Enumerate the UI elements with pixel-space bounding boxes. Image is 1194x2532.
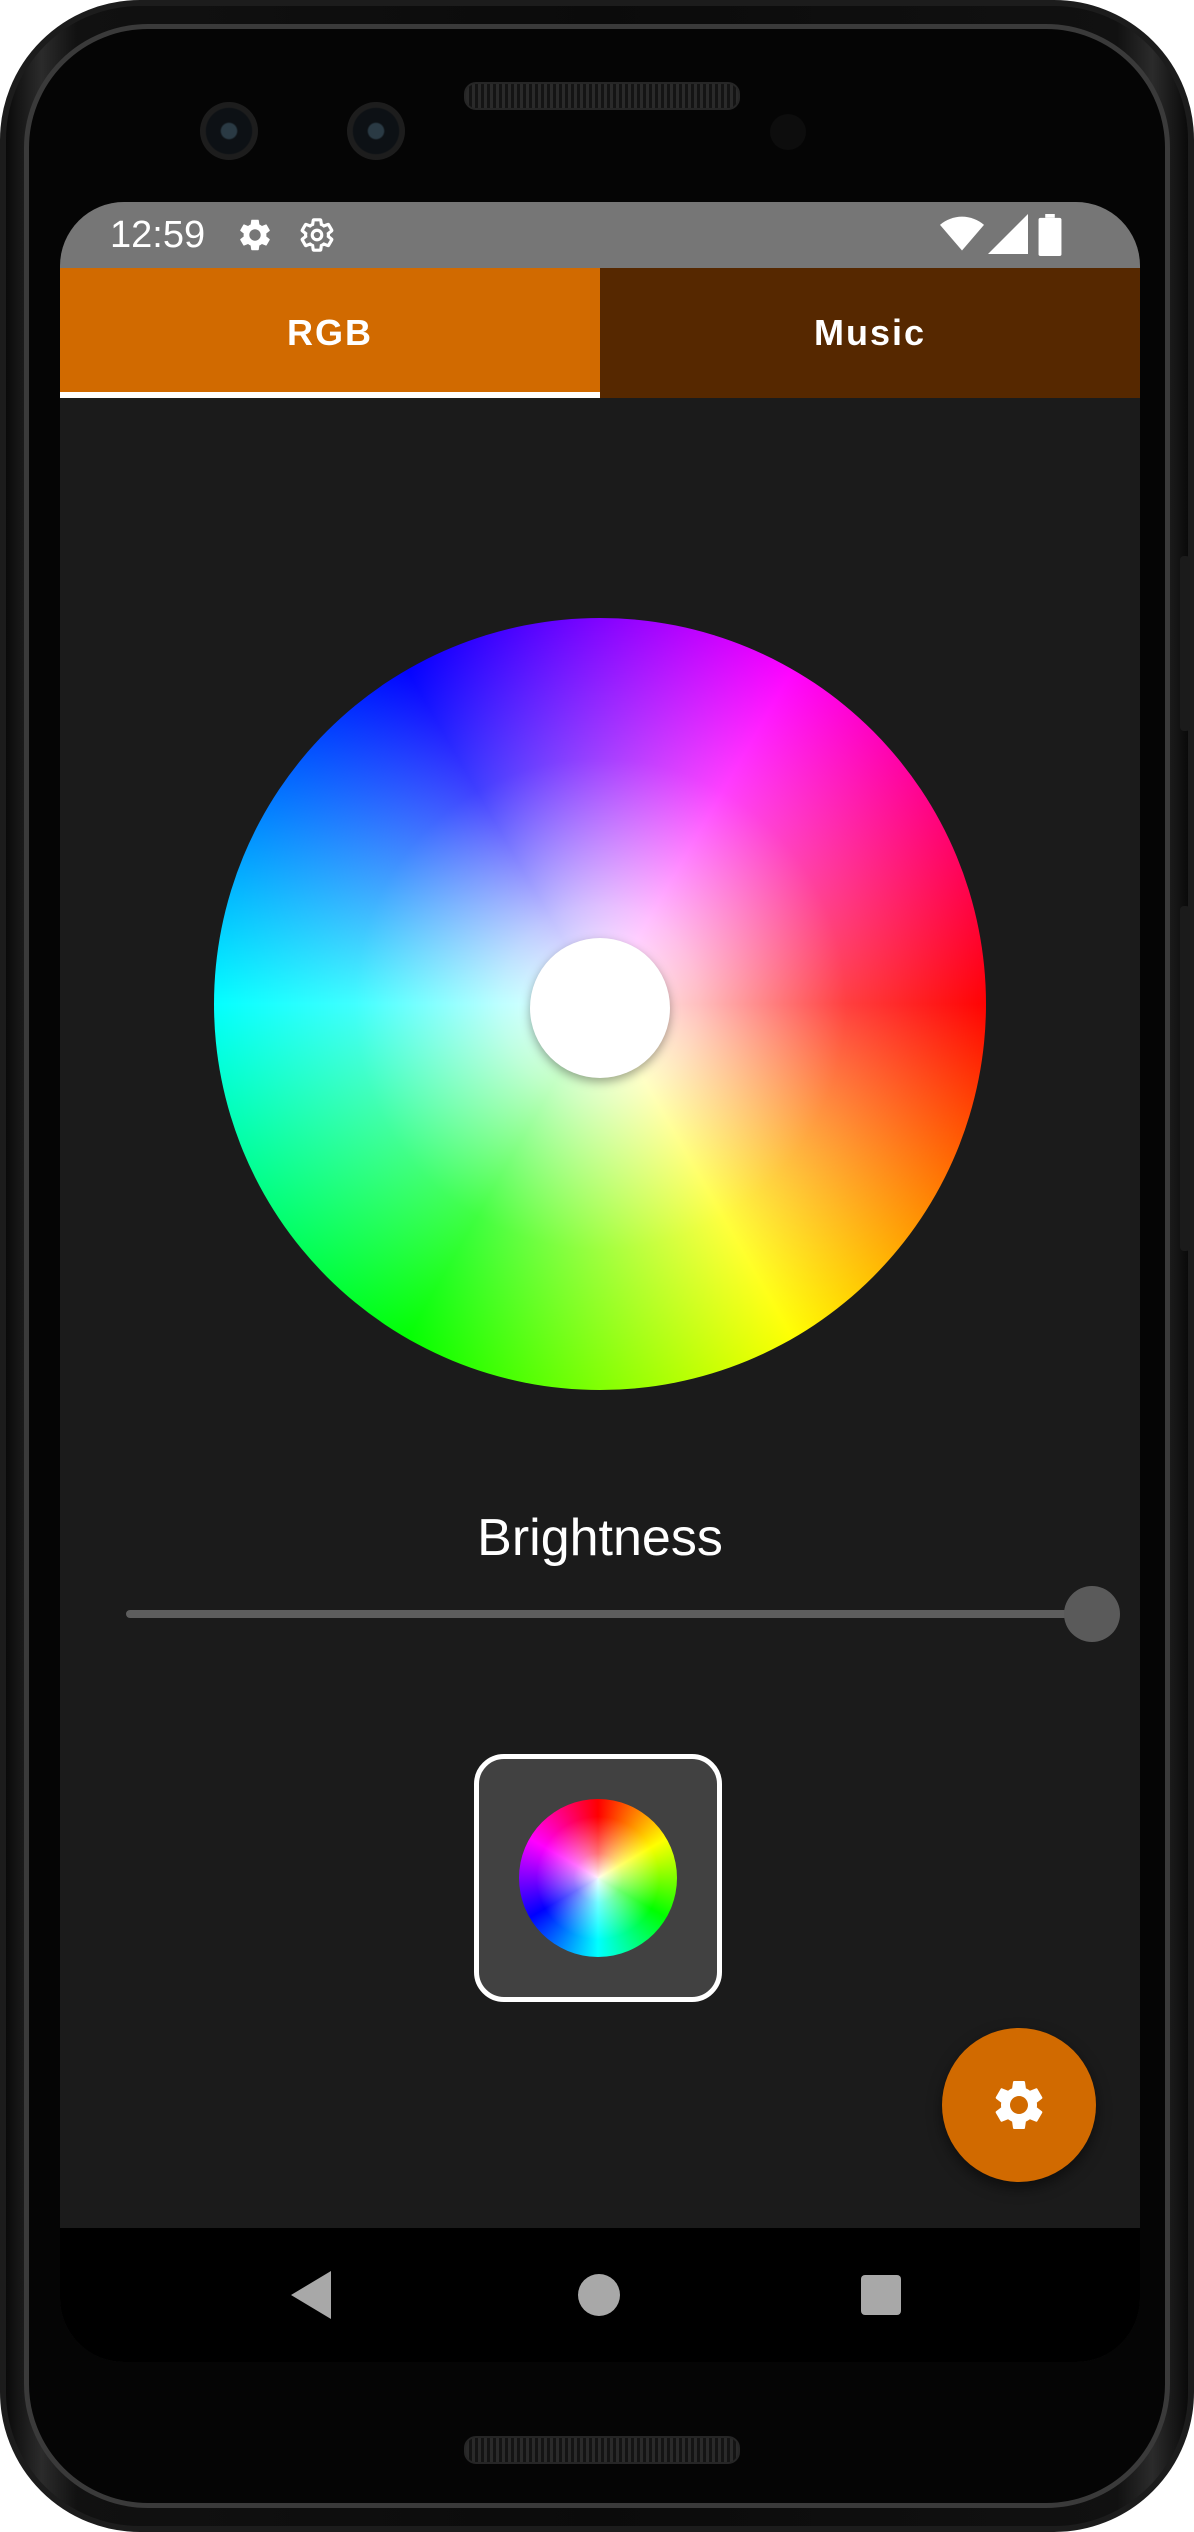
home-icon [578,2274,620,2316]
gear-outline-icon [300,218,334,252]
status-time: 12:59 [110,214,206,256]
settings-icon [995,2081,1043,2129]
home-button[interactable] [554,2250,644,2340]
settings-fab[interactable] [942,2028,1096,2182]
recents-button[interactable] [836,2250,926,2340]
color-mode-button[interactable] [474,1754,722,2002]
color-wheel-icon [519,1799,677,1957]
navigation-bar [60,2228,1140,2362]
front-camera [200,102,258,160]
gear-icon [240,219,270,251]
bottom-speaker [464,2436,740,2464]
status-bar: 12:59 [60,202,1140,268]
volume-button [1180,906,1190,1251]
screen: 12:59 RGB Music Brightness [60,202,1140,2362]
front-camera-secondary [347,102,405,160]
tab-music[interactable]: Music [600,268,1140,398]
recents-icon [861,2275,901,2315]
tab-rgb-label: RGB [287,312,373,353]
signal-icon [988,214,1028,254]
battery-icon [1038,214,1062,256]
proximity-sensor [770,114,806,150]
back-icon [291,2271,331,2319]
back-button[interactable] [268,2250,358,2340]
brightness-slider[interactable] [126,1584,1120,1644]
tab-bar: RGB Music [60,268,1140,398]
color-wheel-knob[interactable] [530,938,670,1078]
tab-music-label: Music [813,312,927,353]
wifi-icon [940,216,984,251]
tab-rgb[interactable]: RGB [60,268,600,398]
phone-frame: 12:59 RGB Music Brightness [0,0,1194,2532]
brightness-label: Brightness [477,1509,723,1567]
power-button [1180,556,1190,731]
top-speaker [464,82,740,110]
brightness-slider-track [126,1610,1092,1618]
brightness-slider-thumb[interactable] [1064,1586,1120,1642]
rgb-page: Brightness [60,398,1140,2228]
